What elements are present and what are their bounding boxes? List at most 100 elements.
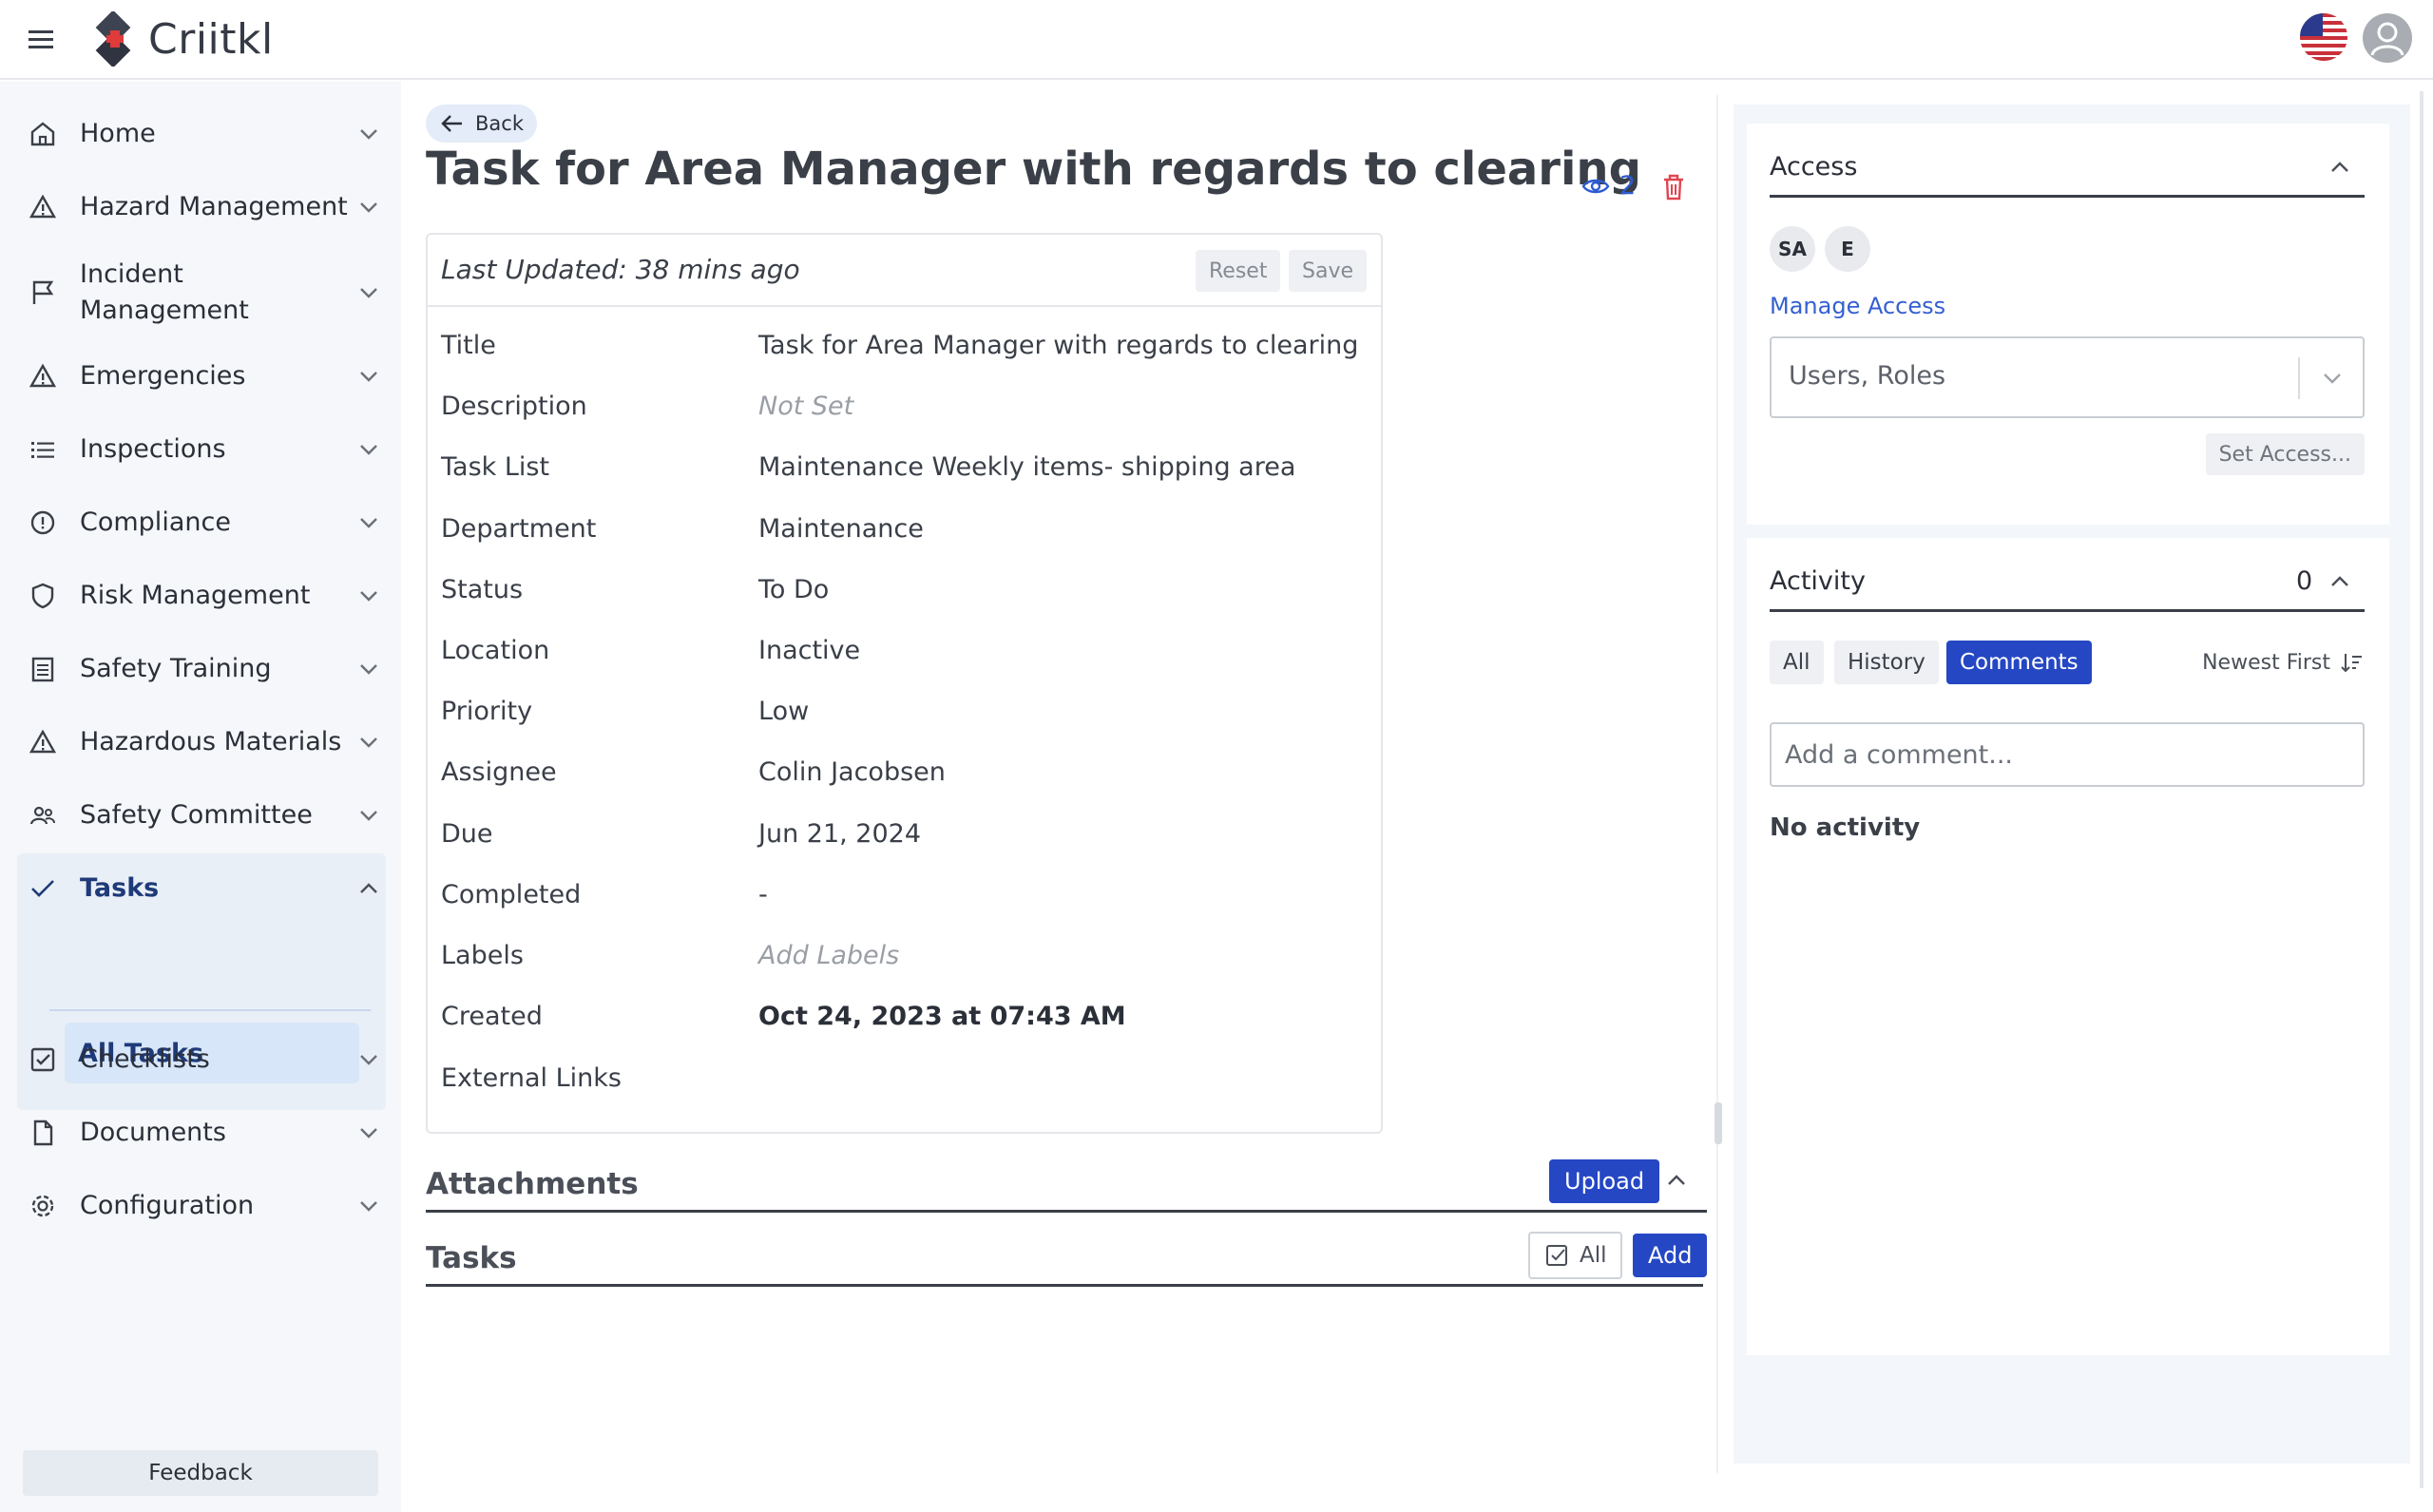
field-row-due[interactable]: Due Jun 21, 2024 (441, 814, 1372, 852)
sidebar-item-documents[interactable]: Documents (19, 1115, 390, 1151)
sidebar-item-safety-training[interactable]: Safety Training (19, 651, 390, 687)
chevron-down-icon (355, 1046, 382, 1073)
activity-count: 0 (2296, 566, 2313, 596)
field-value[interactable]: Jun 21, 2024 (758, 819, 921, 849)
back-button[interactable]: Back (426, 105, 537, 143)
sidebar-item-label: Documents (80, 1118, 226, 1147)
field-value[interactable]: Maintenance Weekly items- shipping area (758, 452, 1295, 482)
set-access-button[interactable]: Set Access... (2205, 433, 2365, 475)
tab-history[interactable]: History (1834, 641, 1939, 684)
field-value[interactable]: - (758, 880, 768, 909)
trash-icon[interactable] (1661, 173, 1686, 201)
field-label: Location (441, 635, 550, 665)
app-logo[interactable]: Criitkl (86, 11, 274, 67)
reset-button[interactable]: Reset (1196, 250, 1281, 292)
logo-mark-icon (86, 11, 141, 67)
field-value[interactable]: To Do (758, 575, 829, 604)
field-row-external-links[interactable]: External Links (441, 1059, 1372, 1097)
field-value[interactable]: Inactive (758, 636, 860, 665)
field-row-task-list[interactable]: Task List Maintenance Weekly items- ship… (441, 448, 1372, 486)
access-chip[interactable]: SA (1770, 226, 1815, 272)
scrollbar[interactable] (2420, 91, 2423, 1488)
chevron-up-icon[interactable] (2327, 154, 2353, 181)
sidebar-item-label: Configuration (80, 1191, 255, 1220)
chevron-down-icon (2319, 365, 2346, 392)
field-row-department[interactable]: Department Maintenance (441, 509, 1372, 547)
sidebar-item-label: Emergencies (80, 361, 246, 391)
field-row-title[interactable]: Title Task for Area Manager with regards… (441, 326, 1372, 364)
last-updated-text: Last Updated: 38 mins ago (441, 254, 800, 285)
sidebar-item-tasks[interactable]: Tasks (19, 871, 390, 907)
field-value[interactable]: Maintenance (758, 514, 924, 544)
chevron-up-icon (355, 875, 382, 902)
comment-input[interactable] (1772, 724, 2363, 785)
users-roles-select[interactable]: Users, Roles (1770, 336, 2365, 418)
user-avatar-icon[interactable] (2363, 13, 2412, 63)
chevron-down-icon (355, 363, 382, 390)
field-value[interactable]: Add Labels (758, 941, 899, 970)
sidebar-item-risk-management[interactable]: Risk Management (19, 578, 390, 614)
attachments-section-header: Attachments Upload (426, 1158, 1707, 1213)
sort-order-button[interactable]: Newest First (2202, 650, 2365, 675)
sidebar-item-inspections[interactable]: Inspections (19, 431, 390, 468)
access-chip[interactable]: E (1825, 226, 1870, 272)
manage-access-link[interactable]: Manage Access (1770, 293, 1945, 319)
info-circle-icon (27, 507, 59, 539)
gear-icon (27, 1190, 59, 1222)
field-row-description[interactable]: Description Not Set (441, 387, 1372, 425)
field-row-location[interactable]: Location Inactive (441, 631, 1372, 669)
field-value[interactable]: Not Set (758, 392, 853, 421)
sidebar-item-label: Hazardous Materials (80, 727, 342, 756)
tab-comments[interactable]: Comments (1946, 641, 2092, 684)
task-details-card: Last Updated: 38 mins ago Reset Save Tit… (426, 233, 1383, 1134)
flag-icon (27, 277, 59, 309)
sidebar-item-safety-committee[interactable]: Safety Committee (19, 797, 390, 833)
field-label: Status (441, 574, 524, 604)
field-row-labels[interactable]: Labels Add Labels (441, 936, 1372, 974)
chevron-up-icon[interactable] (2327, 568, 2353, 595)
field-value[interactable]: Colin Jacobsen (758, 757, 946, 787)
feedback-button[interactable]: Feedback (23, 1450, 378, 1496)
sidebar-item-label: Inspections (80, 434, 226, 464)
save-button[interactable]: Save (1289, 250, 1368, 292)
field-row-completed[interactable]: Completed - (441, 875, 1372, 913)
field-row-assignee[interactable]: Assignee Colin Jacobsen (441, 753, 1372, 791)
add-task-button[interactable]: Add (1633, 1234, 1708, 1277)
sidebar-item-emergencies[interactable]: Emergencies (19, 358, 390, 394)
field-row-status[interactable]: Status To Do (441, 570, 1372, 608)
watchers-button[interactable]: 2 (1581, 171, 1636, 201)
activity-title: Activity (1770, 566, 1866, 596)
hamburger-menu-icon[interactable] (25, 25, 59, 53)
sidebar-item-hazardous-materials[interactable]: Hazardous Materials (19, 724, 390, 760)
activity-panel-header[interactable]: Activity 0 (1770, 549, 2365, 612)
comment-input-box[interactable] (1770, 722, 2365, 787)
sidebar-item-checklists[interactable]: Checklists (19, 1042, 390, 1078)
field-row-priority[interactable]: Priority Low (441, 692, 1372, 730)
sort-descending-icon (2341, 654, 2362, 673)
field-value[interactable]: Task for Area Manager with regards to cl… (758, 331, 1358, 360)
access-panel-header[interactable]: Access (1770, 135, 2365, 198)
chevron-down-icon (355, 436, 382, 463)
sidebar-item-hazard-management[interactable]: Hazard Management (19, 189, 390, 225)
check-icon (27, 872, 59, 905)
card-header: Last Updated: 38 mins ago Reset Save (428, 235, 1381, 307)
sidebar-item-incident-management[interactable]: Incident Management (19, 257, 390, 329)
tab-all[interactable]: All (1770, 641, 1824, 684)
sidebar-item-compliance[interactable]: Compliance (19, 505, 390, 541)
field-label: External Links (441, 1062, 622, 1093)
us-flag-icon[interactable] (2300, 13, 2347, 61)
field-label: Created (441, 1001, 543, 1031)
resize-handle[interactable] (1715, 1102, 1722, 1144)
all-tasks-filter-button[interactable]: All (1528, 1232, 1622, 1279)
arrow-left-icon (441, 115, 462, 132)
upload-button[interactable]: Upload (1549, 1159, 1660, 1203)
sidebar-item-configuration[interactable]: Configuration (19, 1188, 390, 1224)
field-value[interactable]: Low (758, 697, 809, 726)
sidebar-item-home[interactable]: Home (19, 116, 390, 152)
checkbox-icon (1546, 1245, 1567, 1266)
attachments-title: Attachments (426, 1167, 639, 1201)
tasks-section-header: Tasks All Add (426, 1232, 1708, 1287)
sidebar-item-label: Incident Management (80, 259, 249, 325)
chevron-up-icon[interactable] (1663, 1167, 1690, 1194)
chevron-down-icon (355, 194, 382, 220)
